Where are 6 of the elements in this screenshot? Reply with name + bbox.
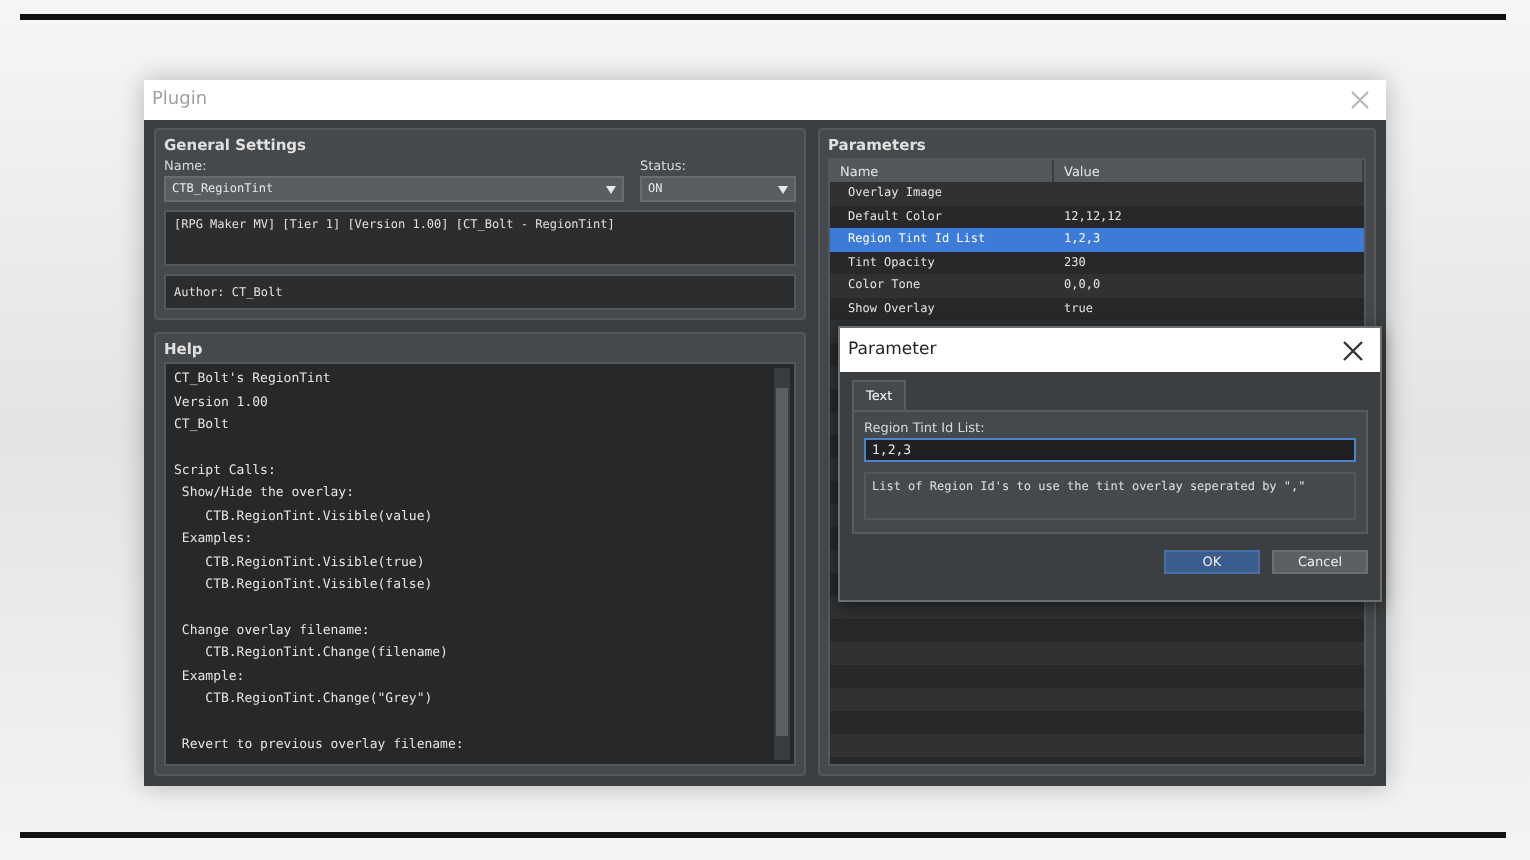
close-icon[interactable] — [1342, 339, 1364, 361]
caret-icon — [606, 185, 616, 193]
dialog-title: Parameter — [848, 340, 937, 360]
scrollbar[interactable] — [774, 368, 790, 760]
window-title: Plugin — [152, 90, 208, 110]
caret-icon — [778, 185, 788, 193]
